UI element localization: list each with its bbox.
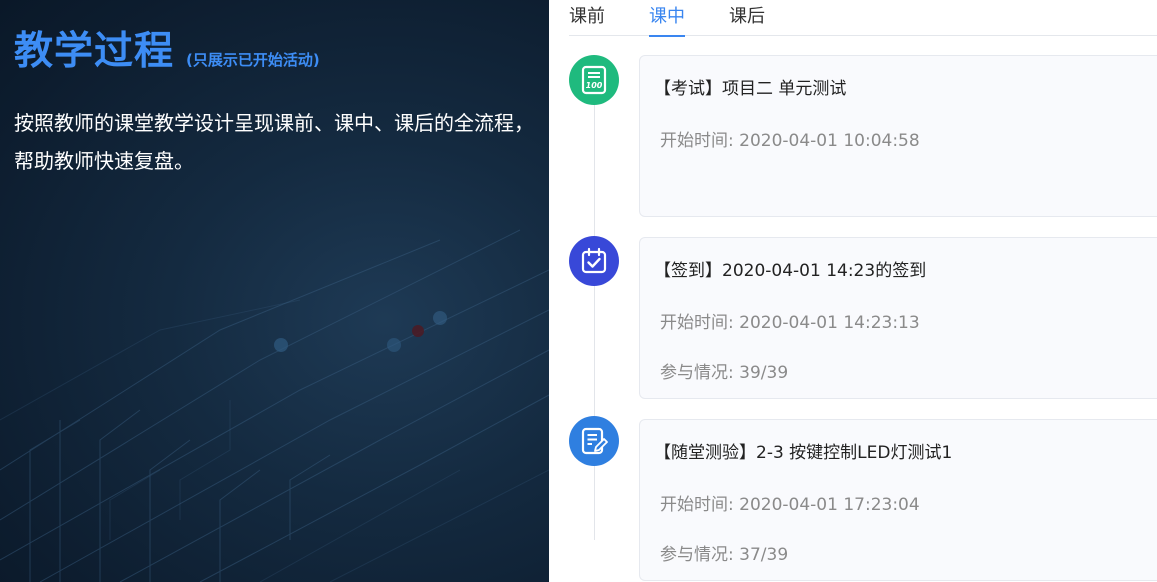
hero-subtitle: (只展示已开始活动)	[186, 51, 320, 69]
exam-icon: 100	[569, 55, 619, 105]
activity-participation: 参与情况: 39/39	[660, 358, 788, 383]
tab-before-class[interactable]: 课前	[569, 4, 605, 36]
activity-start-time: 开始时间: 2020-04-01 14:23:13	[660, 308, 920, 333]
intro-panel: 教学过程 (只展示已开始活动) 按照教师的课堂教学设计呈现课前、课中、课后的全流…	[0, 0, 549, 582]
tab-after-class[interactable]: 课后	[729, 4, 765, 36]
phase-tabs: 课前 课中 课后	[569, 0, 1157, 37]
start-time-label: 开始时间:	[660, 495, 740, 515]
glow-dots	[274, 311, 447, 352]
activity-start-time: 开始时间: 2020-04-01 10:04:58	[660, 126, 920, 151]
svg-text:100: 100	[586, 81, 603, 90]
activity-card-check-in[interactable]: 【签到】2020-04-01 14:23的签到 开始时间: 2020-04-01…	[639, 237, 1157, 399]
hero-heading: 教学过程 (只展示已开始活动)	[14, 28, 320, 76]
tab-in-class[interactable]: 课中	[649, 4, 685, 37]
participation-label: 参与情况:	[660, 545, 740, 565]
participation-value: 39/39	[739, 363, 789, 383]
activity-title: 【签到】2020-04-01 14:23的签到	[654, 261, 927, 281]
activity-title: 【考试】项目二 单元测试	[654, 79, 847, 99]
participation-value: 37/39	[739, 545, 789, 565]
teaching-process-panel: 课前 课中 课后 100 【考试】项目二 单元测试 开始时间: 2020-04-…	[549, 0, 1157, 582]
start-time-label: 开始时间:	[660, 313, 740, 333]
hero-title: 教学过程	[14, 29, 175, 74]
participation-label: 参与情况:	[660, 363, 740, 383]
activity-card-exam[interactable]: 【考试】项目二 单元测试 开始时间: 2020-04-01 10:04:58	[639, 55, 1157, 217]
start-time-value: 2020-04-01 17:23:04	[739, 495, 920, 515]
start-time-value: 2020-04-01 14:23:13	[739, 313, 920, 333]
hero-description: 按照教师的课堂教学设计呈现课前、课中、课后的全流程，帮助教师快速复盘。	[14, 111, 534, 173]
circuit-background	[0, 229, 549, 582]
timeline-line	[594, 100, 595, 540]
check-in-calendar-icon	[569, 236, 619, 286]
start-time-label: 开始时间:	[660, 131, 740, 151]
activity-participation: 参与情况: 37/39	[660, 540, 788, 565]
quiz-edit-icon	[569, 416, 619, 466]
start-time-value: 2020-04-01 10:04:58	[739, 131, 920, 151]
activity-title: 【随堂测验】2-3 按键控制LED灯测试1	[654, 443, 953, 463]
activity-start-time: 开始时间: 2020-04-01 17:23:04	[660, 490, 920, 515]
activity-card-quiz[interactable]: 【随堂测验】2-3 按键控制LED灯测试1 开始时间: 2020-04-01 1…	[639, 419, 1157, 581]
